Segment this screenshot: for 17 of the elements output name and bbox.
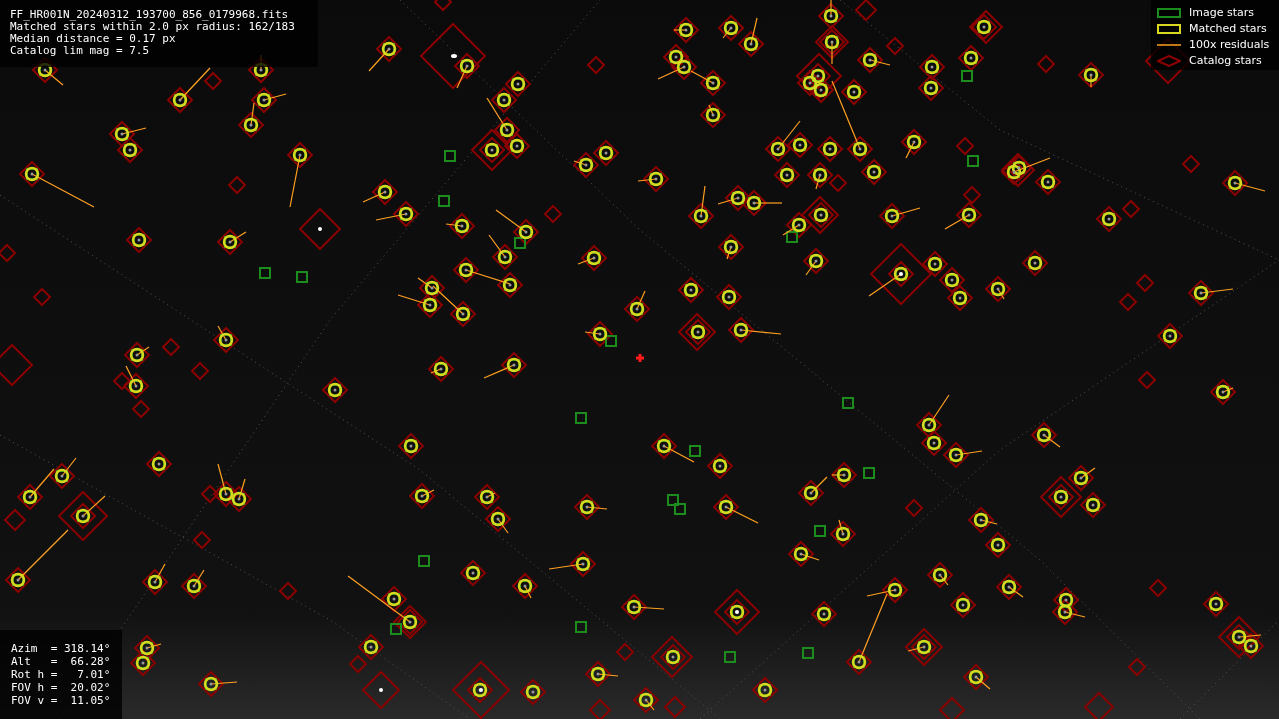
info-text: Matched stars within 2.0 px radius: 162/183 (10, 21, 296, 33)
rectangle-outline-icon (1157, 8, 1181, 18)
legend-label: Matched stars (1189, 22, 1267, 36)
info-text: Catalog lim mag = 7.5 (10, 45, 151, 57)
pointing-text: Azim = 318.14° (11, 642, 112, 655)
diamond-icon (1157, 55, 1181, 67)
legend-label: 100x residuals (1189, 38, 1270, 52)
legend-label: Image stars (1189, 6, 1254, 20)
pointing-text: FOV h = 20.02° (11, 681, 112, 694)
square-outline-icon (1157, 24, 1181, 34)
line-icon (1157, 44, 1181, 46)
info-text: FF_HR001N_20240312_193700_856_0179968.fits (10, 9, 290, 21)
pointing-text: FOV v = 11.05° (11, 694, 112, 707)
info-text: Median distance = 0.17 px (10, 33, 177, 45)
pointing-text: Rot h = 7.01° (11, 668, 112, 681)
pointing-text: Alt = 66.28° (11, 655, 112, 668)
legend-label: Catalog stars (1189, 54, 1262, 68)
